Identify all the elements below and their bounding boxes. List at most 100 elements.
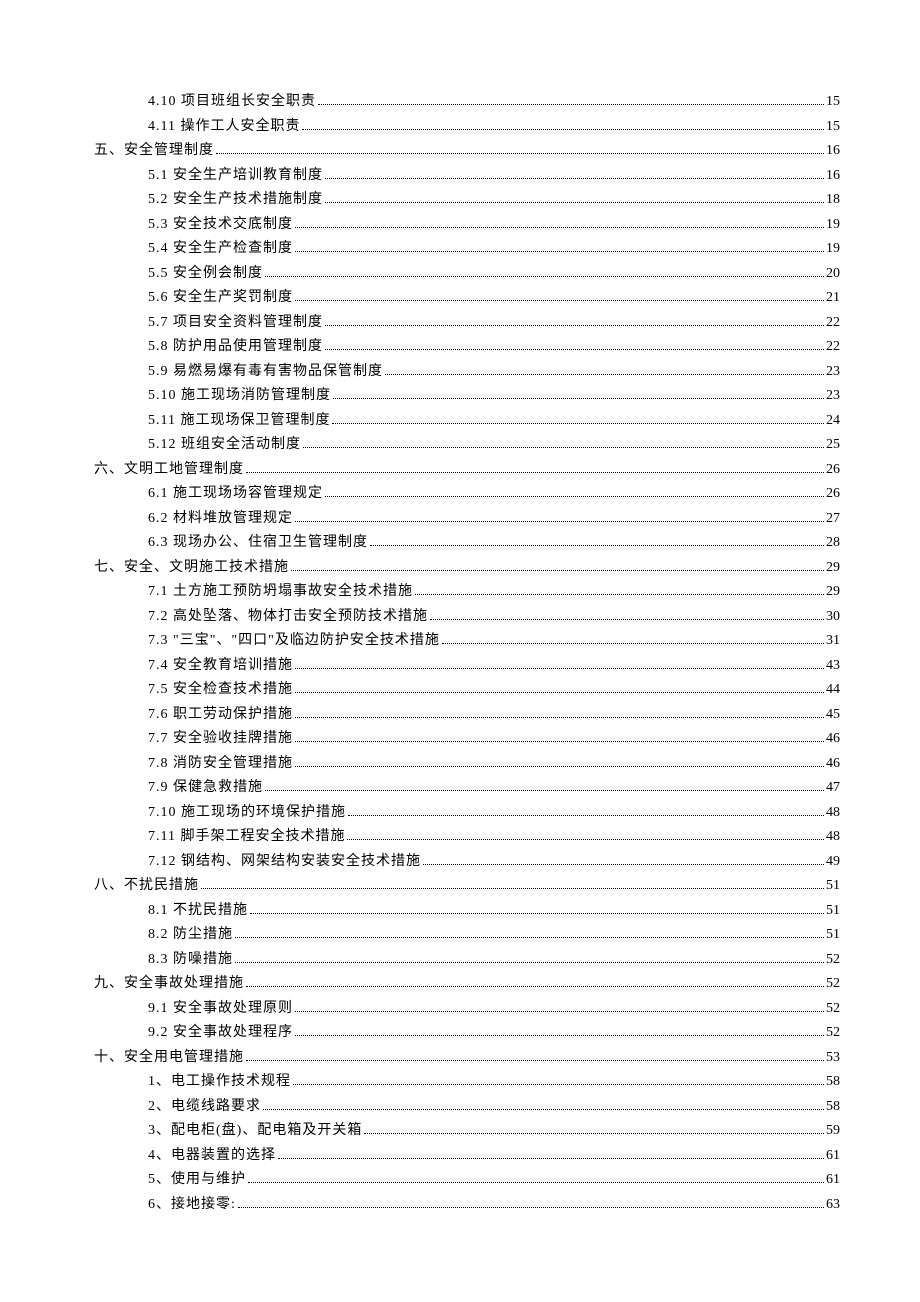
toc-label: 6.1 施工现场场容管理规定 bbox=[148, 482, 323, 507]
toc-page-number: 51 bbox=[826, 899, 840, 924]
toc-page-number: 22 bbox=[826, 311, 840, 336]
toc-page-number: 61 bbox=[826, 1144, 840, 1169]
toc-leader-dots bbox=[295, 741, 824, 742]
toc-entry[interactable]: 六、文明工地管理制度26 bbox=[80, 458, 840, 483]
toc-entry[interactable]: 6、接地接零: 63 bbox=[80, 1193, 840, 1218]
toc-leader-dots bbox=[415, 594, 824, 595]
toc-page-number: 59 bbox=[826, 1119, 840, 1144]
toc-label: 7.11 脚手架工程安全技术措施 bbox=[148, 825, 345, 850]
toc-entry[interactable]: 6.3 现场办公、住宿卫生管理制度28 bbox=[80, 531, 840, 556]
toc-page-number: 44 bbox=[826, 678, 840, 703]
toc-label: 7.7 安全验收挂牌措施 bbox=[148, 727, 293, 752]
toc-entry[interactable]: 5.9 易燃易爆有毒有害物品保管制度23 bbox=[80, 360, 840, 385]
toc-label: 5.5 安全例会制度 bbox=[148, 262, 263, 287]
toc-leader-dots bbox=[295, 251, 824, 252]
toc-leader-dots bbox=[370, 545, 824, 546]
toc-leader-dots bbox=[347, 839, 824, 840]
toc-leader-dots bbox=[295, 1011, 824, 1012]
toc-entry[interactable]: 1、电工操作技术规程58 bbox=[80, 1070, 840, 1095]
toc-leader-dots bbox=[295, 668, 824, 669]
toc-entry[interactable]: 5.7 项目安全资料管理制度22 bbox=[80, 311, 840, 336]
toc-label: 7.4 安全教育培训措施 bbox=[148, 654, 293, 679]
toc-entry[interactable]: 7.8 消防安全管理措施46 bbox=[80, 752, 840, 777]
toc-leader-dots bbox=[442, 643, 824, 644]
toc-entry[interactable]: 7.4 安全教育培训措施43 bbox=[80, 654, 840, 679]
toc-page-number: 63 bbox=[826, 1193, 840, 1218]
toc-page-number: 48 bbox=[826, 825, 840, 850]
toc-entry[interactable]: 7.2 高处坠落、物体打击安全预防技术措施30 bbox=[80, 605, 840, 630]
toc-entry[interactable]: 5.11 施工现场保卫管理制度24 bbox=[80, 409, 840, 434]
toc-entry[interactable]: 九、安全事故处理措施52 bbox=[80, 972, 840, 997]
toc-page-number: 26 bbox=[826, 458, 840, 483]
toc-entry[interactable]: 七、安全、文明施工技术措施29 bbox=[80, 556, 840, 581]
toc-entry[interactable]: 4、电器装置的选择61 bbox=[80, 1144, 840, 1169]
toc-entry[interactable]: 8.1 不扰民措施 51 bbox=[80, 899, 840, 924]
toc-label: 6、接地接零: bbox=[148, 1193, 236, 1218]
toc-entry[interactable]: 7.5 安全检查技术措施44 bbox=[80, 678, 840, 703]
toc-page-number: 16 bbox=[826, 164, 840, 189]
toc-leader-dots bbox=[295, 300, 824, 301]
toc-page-number: 21 bbox=[826, 286, 840, 311]
toc-entry[interactable]: 8.3 防噪措施52 bbox=[80, 948, 840, 973]
toc-label: 9.2 安全事故处理程序 bbox=[148, 1021, 293, 1046]
toc-entry[interactable]: 5.8 防护用品使用管理制度 22 bbox=[80, 335, 840, 360]
toc-label: 3、配电柜(盘)、配电箱及开关箱 bbox=[148, 1119, 362, 1144]
toc-entry[interactable]: 八、不扰民措施51 bbox=[80, 874, 840, 899]
toc-entry[interactable]: 5.2 安全生产技术措施制度18 bbox=[80, 188, 840, 213]
toc-entry[interactable]: 5.4 安全生产检查制度 19 bbox=[80, 237, 840, 262]
toc-entry[interactable]: 4.10 项目班组长安全职责15 bbox=[80, 90, 840, 115]
toc-leader-dots bbox=[265, 276, 824, 277]
toc-entry[interactable]: 7.11 脚手架工程安全技术措施 48 bbox=[80, 825, 840, 850]
toc-entry[interactable]: 5.10 施工现场消防管理制度23 bbox=[80, 384, 840, 409]
toc-label: 5.6 安全生产奖罚制度 bbox=[148, 286, 293, 311]
toc-entry[interactable]: 5.3 安全技术交底制度19 bbox=[80, 213, 840, 238]
toc-page-number: 27 bbox=[826, 507, 840, 532]
toc-leader-dots bbox=[295, 692, 824, 693]
toc-leader-dots bbox=[325, 178, 824, 179]
toc-entry[interactable]: 6.2 材料堆放管理规定27 bbox=[80, 507, 840, 532]
toc-entry[interactable]: 7.9 保健急救措施47 bbox=[80, 776, 840, 801]
toc-entry[interactable]: 十、安全用电管理措施53 bbox=[80, 1046, 840, 1071]
toc-leader-dots bbox=[278, 1158, 824, 1159]
toc-entry[interactable]: 2、电缆线路要求58 bbox=[80, 1095, 840, 1120]
toc-leader-dots bbox=[423, 864, 824, 865]
toc-entry[interactable]: 5.1 安全生产培训教育制度16 bbox=[80, 164, 840, 189]
toc-page-number: 52 bbox=[826, 997, 840, 1022]
toc-leader-dots bbox=[325, 325, 824, 326]
toc-page-number: 19 bbox=[826, 237, 840, 262]
toc-entry[interactable]: 9.1 安全事故处理原则52 bbox=[80, 997, 840, 1022]
toc-entry[interactable]: 7.3 "三宝"、"四口"及临边防护安全技术措施31 bbox=[80, 629, 840, 654]
toc-entry[interactable]: 五、安全管理制度16 bbox=[80, 139, 840, 164]
toc-label: 8.1 不扰民措施 bbox=[148, 899, 248, 924]
toc-label: 8.3 防噪措施 bbox=[148, 948, 233, 973]
toc-entry[interactable]: 5.5 安全例会制度 20 bbox=[80, 262, 840, 287]
toc-leader-dots bbox=[385, 374, 824, 375]
toc-leader-dots bbox=[246, 1060, 824, 1061]
toc-label: 7.1 土方施工预防坍塌事故安全技术措施 bbox=[148, 580, 413, 605]
toc-entry[interactable]: 3、配电柜(盘)、配电箱及开关箱 59 bbox=[80, 1119, 840, 1144]
toc-page-number: 53 bbox=[826, 1046, 840, 1071]
toc-label: 5.4 安全生产检查制度 bbox=[148, 237, 293, 262]
toc-entry[interactable]: 7.7 安全验收挂牌措施46 bbox=[80, 727, 840, 752]
toc-entry[interactable]: 7.12 钢结构、网架结构安装安全技术措施49 bbox=[80, 850, 840, 875]
toc-label: 6.3 现场办公、住宿卫生管理制度 bbox=[148, 531, 368, 556]
toc-page-number: 22 bbox=[826, 335, 840, 360]
toc-leader-dots bbox=[235, 937, 824, 938]
toc-page-number: 51 bbox=[826, 923, 840, 948]
toc-entry[interactable]: 8.2 防尘措施51 bbox=[80, 923, 840, 948]
toc-entry[interactable]: 7.6 职工劳动保护措施45 bbox=[80, 703, 840, 728]
toc-entry[interactable]: 7.10 施工现场的环境保护措施48 bbox=[80, 801, 840, 826]
toc-entry[interactable]: 7.1 土方施工预防坍塌事故安全技术措施29 bbox=[80, 580, 840, 605]
toc-page-number: 20 bbox=[826, 262, 840, 287]
toc-leader-dots bbox=[248, 1182, 824, 1183]
toc-entry[interactable]: 6.1 施工现场场容管理规定26 bbox=[80, 482, 840, 507]
toc-entry[interactable]: 5.12 班组安全活动制度25 bbox=[80, 433, 840, 458]
toc-label: 5.8 防护用品使用管理制度 bbox=[148, 335, 323, 360]
table-of-contents: 4.10 项目班组长安全职责154.11 操作工人安全职责15五、安全管理制度1… bbox=[80, 90, 840, 1217]
toc-entry[interactable]: 5、使用与维护61 bbox=[80, 1168, 840, 1193]
page-container: 4.10 项目班组长安全职责154.11 操作工人安全职责15五、安全管理制度1… bbox=[0, 0, 920, 1302]
toc-entry[interactable]: 5.6 安全生产奖罚制度 21 bbox=[80, 286, 840, 311]
toc-label: 八、不扰民措施 bbox=[94, 874, 199, 899]
toc-entry[interactable]: 9.2 安全事故处理程序52 bbox=[80, 1021, 840, 1046]
toc-entry[interactable]: 4.11 操作工人安全职责15 bbox=[80, 115, 840, 140]
